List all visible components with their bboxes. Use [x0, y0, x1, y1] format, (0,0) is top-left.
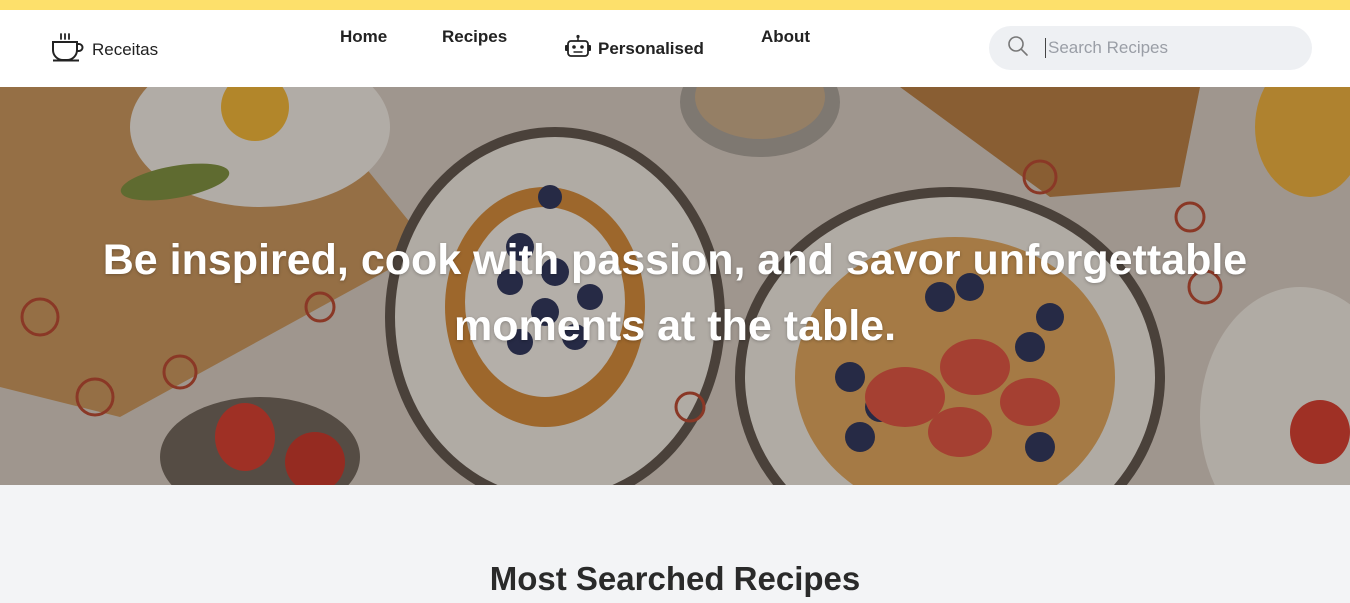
hero-headline: Be inspired, cook with passion, and savo… [102, 236, 1248, 350]
search-icon[interactable] [1007, 35, 1029, 62]
nav-personalised[interactable]: Personalised [564, 34, 704, 63]
brand-logo[interactable]: Receitas [51, 32, 158, 67]
nav-about[interactable]: About [761, 27, 810, 47]
section-title: Most Searched Recipes [489, 560, 861, 597]
search-input[interactable] [1045, 38, 1285, 58]
nav-personalised-label: Personalised [598, 38, 704, 58]
coffee-cup-icon [51, 32, 84, 67]
search-bar [989, 26, 1312, 70]
brand-name: Receitas [92, 39, 159, 59]
nav-home[interactable]: Home [340, 27, 387, 47]
accent-top-bar [0, 0, 1350, 10]
nav-recipes[interactable]: Recipes [442, 27, 507, 47]
site-header: Receitas Home Recipes Personalised About [0, 10, 1350, 87]
robot-icon [564, 34, 592, 63]
hero-banner: Be inspired, cook with passion, and savo… [0, 87, 1350, 485]
